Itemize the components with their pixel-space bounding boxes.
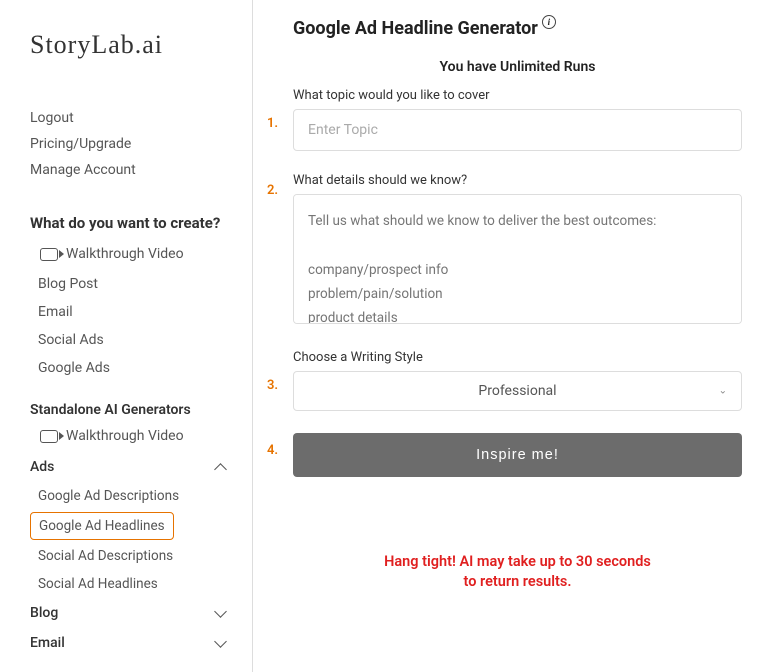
create-email[interactable]: Email <box>30 298 252 326</box>
page-title: Google Ad Headline Generator i <box>293 18 742 39</box>
walkthrough-label: Walkthrough Video <box>66 246 184 262</box>
details-textarea[interactable] <box>293 194 742 324</box>
accordion-blog[interactable]: Blog <box>30 598 252 628</box>
accordion-label: Blog <box>30 605 58 621</box>
style-label: Choose a Writing Style <box>293 350 742 365</box>
inspire-button[interactable]: Inspire me! <box>293 433 742 477</box>
info-icon[interactable]: i <box>542 15 556 29</box>
video-icon <box>40 248 58 261</box>
create-heading: What do you want to create? <box>30 213 252 234</box>
walkthrough-create[interactable]: Walkthrough Video <box>30 242 252 270</box>
walkthrough-label: Walkthrough Video <box>66 428 184 444</box>
ads-google-descriptions[interactable]: Google Ad Descriptions <box>30 482 252 510</box>
nav-logout[interactable]: Logout <box>30 105 252 131</box>
accordion-email[interactable]: Email <box>30 628 252 658</box>
logo: StoryLab.ai <box>30 30 252 60</box>
create-google-ads[interactable]: Google Ads <box>30 354 252 382</box>
wait-message: Hang tight! AI may take up to 30 seconds… <box>293 552 742 593</box>
create-blog-post[interactable]: Blog Post <box>30 270 252 298</box>
standalone-heading: Standalone AI Generators <box>30 402 252 418</box>
main-content: Google Ad Headline Generator i You have … <box>253 0 767 672</box>
chevron-down-icon <box>215 637 227 649</box>
accordion-ads[interactable]: Ads <box>30 452 252 482</box>
topic-input[interactable] <box>293 109 742 151</box>
accordion-label: Ads <box>30 459 54 475</box>
create-social-ads[interactable]: Social Ads <box>30 326 252 354</box>
ads-social-descriptions[interactable]: Social Ad Descriptions <box>30 542 252 570</box>
step-4: 4. <box>267 443 278 458</box>
walkthrough-standalone[interactable]: Walkthrough Video <box>30 424 252 452</box>
style-select[interactable]: Professional ⌄ <box>293 371 742 411</box>
details-label: What details should we know? <box>293 173 742 188</box>
style-value: Professional <box>478 383 556 399</box>
step-3: 3. <box>267 378 278 393</box>
select-caret-icon: ⌄ <box>719 386 727 397</box>
accordion-label: Email <box>30 635 65 651</box>
nav-pricing[interactable]: Pricing/Upgrade <box>30 131 252 157</box>
ads-social-headlines[interactable]: Social Ad Headlines <box>30 570 252 598</box>
nav-manage-account[interactable]: Manage Account <box>30 157 252 183</box>
chevron-up-icon <box>215 461 227 473</box>
sidebar: StoryLab.ai Logout Pricing/Upgrade Manag… <box>0 0 253 672</box>
step-2: 2. <box>267 183 278 198</box>
ads-google-headlines[interactable]: Google Ad Headlines <box>30 512 174 540</box>
page-title-text: Google Ad Headline Generator <box>293 18 538 39</box>
chevron-down-icon <box>215 607 227 619</box>
step-1: 1. <box>267 116 278 131</box>
video-icon <box>40 430 58 443</box>
runs-banner: You have Unlimited Runs <box>293 59 742 75</box>
topic-label: What topic would you like to cover <box>293 88 742 103</box>
